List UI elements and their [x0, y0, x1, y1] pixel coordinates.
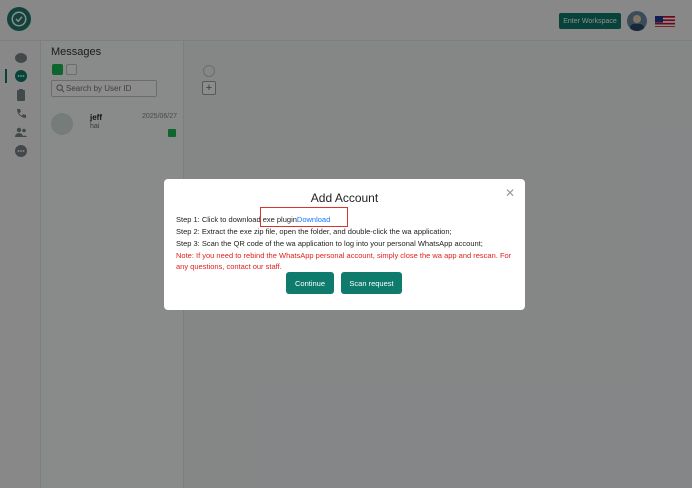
continue-button[interactable]: Continue	[286, 272, 334, 294]
dialog-title: Add Account	[310, 191, 379, 205]
highlight-box	[260, 207, 348, 227]
close-icon[interactable]: ✕	[505, 187, 517, 199]
step-2: Step 2: Extract the exe zip file, open t…	[176, 227, 452, 236]
modal-overlay[interactable]: Add Account ✕ Step 1: Click to download …	[0, 0, 692, 488]
rebind-note: Note: If you need to rebind the WhatsApp…	[176, 251, 512, 271]
scan-request-button[interactable]: Scan request	[341, 272, 402, 294]
step-3: Step 3: Scan the QR code of the wa appli…	[176, 239, 483, 248]
add-account-dialog: Add Account ✕ Step 1: Click to download …	[164, 179, 525, 310]
